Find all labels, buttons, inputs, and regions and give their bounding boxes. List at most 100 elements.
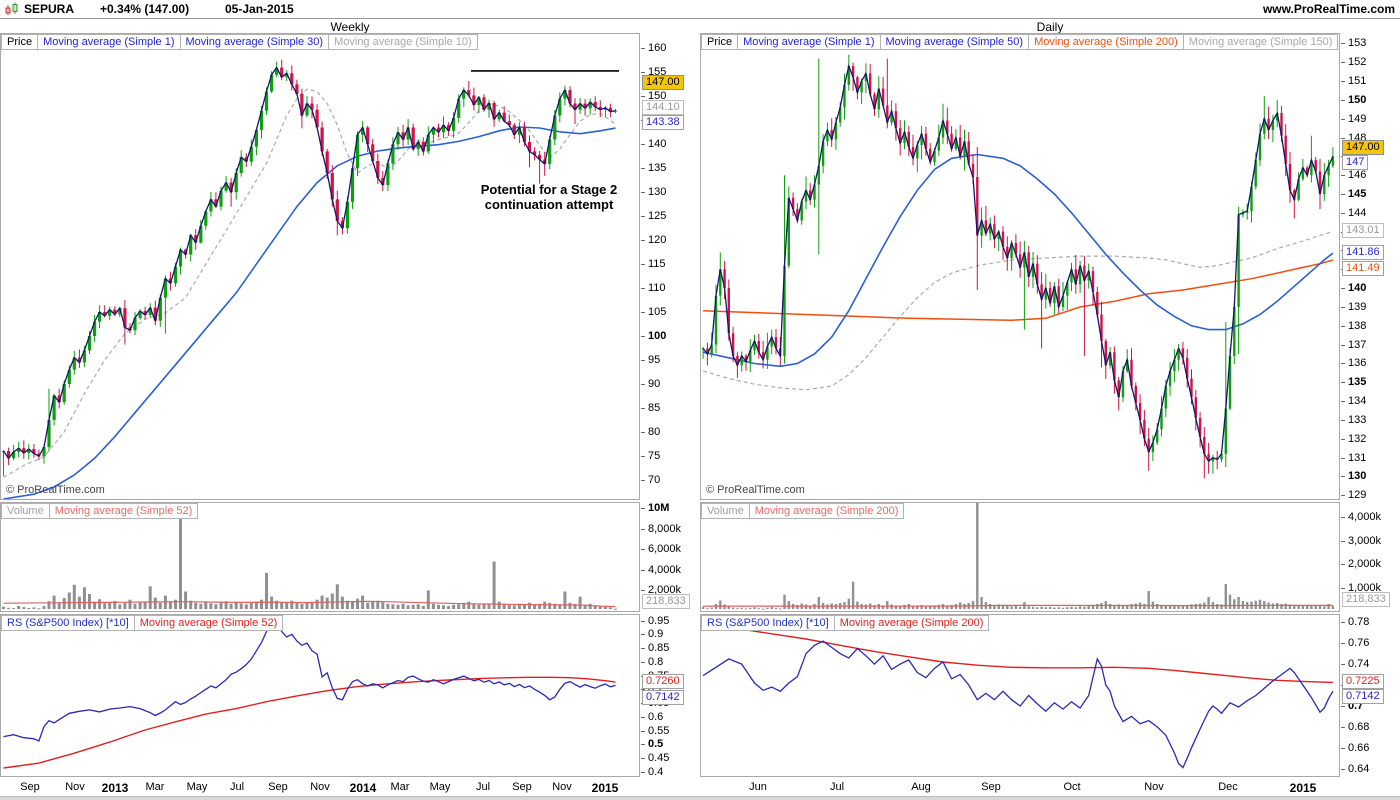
volume-bar <box>351 601 354 609</box>
weekly-volume-axis[interactable]: 2,000k 4,000k 6,000k 8,000k 10M 218,833 <box>641 502 699 612</box>
weekly-price-panel[interactable]: Potential for a Stage 2 continuation att… <box>0 33 640 500</box>
volume-bar <box>1074 607 1077 609</box>
legend-item[interactable]: Moving average (Simple 1) <box>38 34 181 50</box>
volume-bar <box>1096 604 1099 609</box>
volume-bar <box>1070 606 1073 609</box>
volume-bar <box>57 602 61 609</box>
weekly-price-axis[interactable]: 70 75 80 85 90 95 100 105 110 115 120 125 130 135 140 1… <box>641 33 699 500</box>
legend-item[interactable]: Moving average (Simple 50) <box>880 34 1030 50</box>
daily-volume-panel[interactable]: Volume Moving average (Simple 200) <box>700 502 1340 612</box>
volume-bar <box>62 598 66 609</box>
volume-bar <box>447 605 451 609</box>
time-axis-label: May <box>186 781 208 793</box>
time-axis-label: 2014 <box>349 781 377 795</box>
volume-bar <box>492 561 496 609</box>
time-axis-label: Nov <box>552 781 572 793</box>
volume-bar <box>295 602 299 609</box>
legend-item[interactable]: Moving average (Simple 52) <box>134 615 284 631</box>
volume-bar <box>88 594 91 609</box>
legend-item[interactable]: RS (S&P500 Index) [*10] <box>701 615 835 631</box>
legend-item[interactable]: Moving average (Simple 10) <box>329 34 478 50</box>
legend-item[interactable]: Price <box>701 34 739 50</box>
daily-price-panel[interactable]: © ProRealTime.com Price Moving average (S… <box>700 33 1340 500</box>
stage2-annotation: Potential for a Stage 2 continuation att… <box>480 182 618 212</box>
legend-item[interactable]: Moving average (Simple 200) <box>834 615 990 631</box>
volume-bar <box>568 602 572 609</box>
legend-item[interactable]: Price <box>1 34 39 50</box>
time-axis-label: 2015 <box>591 781 619 795</box>
legend-item[interactable]: Moving average (Simple 200) <box>749 503 905 519</box>
legend-item[interactable]: Volume <box>701 503 750 519</box>
quote-date: 05-Jan-2015 <box>225 2 294 16</box>
prorealtime-watermark: © ProRealTime.com <box>6 484 105 496</box>
daily-rs-panel[interactable]: RS (S&P500 Index) [*10] Moving average (S… <box>700 614 1340 777</box>
weekly-rs-panel[interactable]: RS (S&P500 Index) [*10] Moving average (S… <box>0 614 640 777</box>
volume-bar <box>482 604 486 609</box>
volume-bar <box>736 608 739 610</box>
volume-bar <box>234 602 238 609</box>
volume-bar <box>1027 606 1030 609</box>
panel-legend: RS (S&P500 Index) [*10] Moving average (S… <box>701 615 990 631</box>
weekly-chart-title: Weekly <box>330 20 370 34</box>
daily-price-axis[interactable]: 1291301311321331341351361371381391401411… <box>1341 33 1399 501</box>
axis-tick-label: 4,000k <box>1341 511 1381 523</box>
volume-bar <box>22 607 26 609</box>
volume-bar <box>1014 605 1018 609</box>
legend-item[interactable]: Moving average (Simple 200) <box>1029 34 1184 50</box>
axis-tick-label: 95 <box>641 354 660 366</box>
volume-bar <box>396 604 400 609</box>
volume-bar <box>843 602 846 609</box>
axis-tick-label: 85 <box>641 402 660 414</box>
volume-bar <box>381 602 385 609</box>
daily-volume-axis[interactable]: 1,000k 2,000k 3,000k 4,000k 218,833 <box>1341 502 1399 612</box>
axis-tick-label: 0.5 <box>641 738 663 750</box>
volume-bar <box>1301 605 1305 609</box>
volume-bar <box>138 602 142 609</box>
volume-bar <box>472 603 476 609</box>
axis-value-badge: 218,833 <box>642 594 690 609</box>
legend-item[interactable]: Volume <box>1 503 50 519</box>
volume-bar <box>1048 606 1052 609</box>
volume-bar <box>300 603 304 609</box>
time-axis[interactable]: Sep Nov 2013 Mar May Jul Sep Nov 2014 Mar May Jul Se… <box>0 779 1400 796</box>
volume-bar <box>976 503 979 609</box>
close-price-line <box>2 66 616 460</box>
volume-bar <box>497 601 501 609</box>
panel-legend: Price Moving average (Simple 1) Moving ave… <box>701 34 1339 50</box>
legend-item[interactable]: Moving average (Simple 30) <box>180 34 330 50</box>
bottom-scrollbar[interactable] <box>0 796 1400 800</box>
volume-bar <box>706 608 709 610</box>
volume-bar <box>416 604 420 609</box>
weekly-rs-axis[interactable]: 0.40.450.50.550.60.650.70.750.80.850.90.… <box>641 614 699 778</box>
legend-item[interactable]: Moving average (Simple 1) <box>738 34 881 50</box>
volume-bar <box>123 603 127 609</box>
volume-bar <box>335 584 339 609</box>
axis-tick-label: 0.4 <box>641 766 663 778</box>
volume-bar <box>148 586 152 609</box>
volume-bar <box>710 607 713 609</box>
volume-bar <box>72 584 76 609</box>
volume-bar <box>437 604 440 609</box>
time-axis-label: 2013 <box>101 781 129 795</box>
axis-tick-label: 152 <box>1341 56 1366 68</box>
axis-tick-label: 138 <box>1341 320 1366 332</box>
volume-bar <box>1198 603 1202 609</box>
legend-item[interactable]: Moving average (Simple 52) <box>49 503 199 519</box>
legend-item[interactable]: Moving average (Simple 150) <box>1183 34 1339 50</box>
volume-bar <box>371 601 375 609</box>
daily-rs-axis[interactable]: 0.640.660.680.70.720.740.760.780.72250.7… <box>1341 614 1399 777</box>
axis-tick-label: 0.74 <box>1341 658 1369 670</box>
legend-item[interactable]: RS (S&P500 Index) [*10] <box>1 615 135 631</box>
volume-bar <box>356 598 359 609</box>
panel-legend: Volume Moving average (Simple 200) <box>701 503 905 519</box>
axis-tick-label: 146 <box>1341 169 1366 181</box>
panel-legend: Price Moving average (Simple 1) Moving ave… <box>1 34 478 50</box>
axis-value-badge: 0.7260 <box>642 674 684 689</box>
symbol-name[interactable]: SEPURA <box>24 2 74 16</box>
axis-tick-label: 90 <box>641 378 660 390</box>
series-line <box>703 604 1333 607</box>
volume-bar <box>174 599 177 609</box>
weekly-volume-panel[interactable]: Volume Moving average (Simple 52) <box>0 502 640 612</box>
volume-bar <box>1066 607 1069 609</box>
volume-bar <box>1254 600 1257 609</box>
